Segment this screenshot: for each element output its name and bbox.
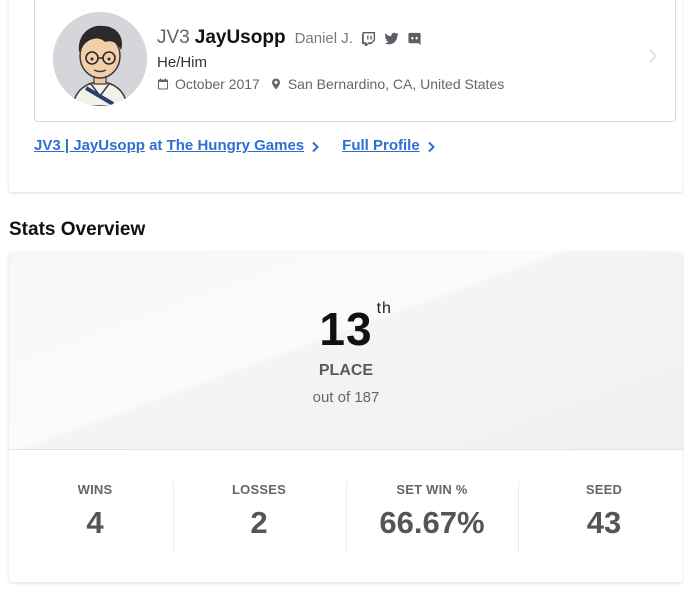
stat-value: 66.67% [379,505,485,540]
chevron-right-icon [426,140,436,152]
map-pin-icon [271,78,280,90]
avatar [53,12,147,106]
stats-card: 13th PLACE out of 187 WINS 4 LOSSES 2 SE… [9,252,683,582]
placement: 13th [9,300,683,356]
divider [518,482,519,552]
event-link[interactable]: The Hungry Games [167,137,305,154]
sponsor-prefix: JV3 [157,27,190,48]
entrant-link[interactable]: JV3 | JayUsopp [34,137,145,154]
stat-seed: SEED 43 [522,482,683,550]
stat-value: 2 [250,505,268,540]
joined-date: October 2017 [157,76,260,92]
chevron-right-icon [647,48,659,64]
profile-meta: October 2017 San Bernardino, CA, United … [157,76,514,92]
section-title: Stats Overview [9,219,146,240]
entrant-count: out of 187 [312,389,380,406]
divider [346,482,347,552]
joined-text: October 2017 [175,76,260,92]
stat-set-win-pct: SET WIN % 66.67% [350,482,514,550]
stat-value: 4 [86,505,104,540]
real-name: Daniel J. [294,29,353,47]
gamertag: JayUsopp [194,27,286,48]
profile-card: JV3 JayUsopp Daniel J. He/Him October 20… [9,0,683,192]
stat-label: WINS [77,482,113,497]
pronouns: He/Him [157,54,208,71]
location: San Bernardino, CA, United States [270,76,504,92]
stat-losses: LOSSES 2 [177,482,341,550]
stat-label: SET WIN % [396,482,468,497]
name-row: JV3 JayUsopp Daniel J. [157,26,430,50]
location-text: San Bernardino, CA, United States [287,76,505,92]
chevron-right-icon [310,140,320,152]
profile-summary[interactable]: JV3 JayUsopp Daniel J. He/Him October 20… [34,0,676,122]
place-suffix: th [376,300,392,317]
calendar-icon [158,78,168,90]
stat-wins: WINS 4 [13,482,177,550]
stat-value: 43 [586,505,622,540]
profile-links: JV3 | JayUsopp at The Hungry Games Full … [34,137,436,154]
twitter-icon[interactable] [384,30,400,46]
discord-icon[interactable] [407,30,423,46]
placement-hero: 13th PLACE out of 187 [9,252,683,450]
stat-label: SEED [585,482,623,497]
at-text: at [144,137,167,154]
twitch-icon[interactable] [361,30,377,46]
place-label: PLACE [318,362,374,379]
stat-label: LOSSES [232,482,286,497]
full-profile-link[interactable]: Full Profile [342,137,420,154]
divider [173,482,174,552]
place-number: 13th [319,300,392,355]
